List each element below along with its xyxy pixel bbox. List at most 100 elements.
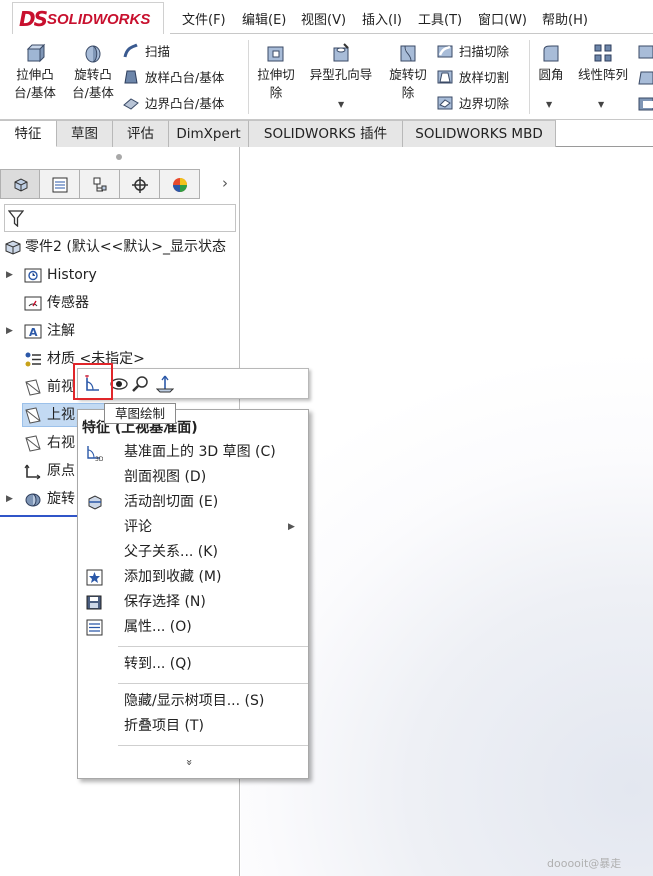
revolve-boss-icon xyxy=(85,45,101,63)
crosshair-icon xyxy=(132,177,148,193)
tree-root-part[interactable]: 零件2 (默认<<默认>_显示状态 xyxy=(0,235,240,259)
feature-tree-tab[interactable] xyxy=(0,169,40,199)
zoom-to-selection-icon[interactable] xyxy=(132,375,150,393)
configuration-manager-tab[interactable] xyxy=(80,169,120,199)
sweep-button[interactable]: 扫描 xyxy=(123,43,170,61)
boundary-boss-icon xyxy=(123,98,139,110)
expand-menu-chevron-icon[interactable]: » xyxy=(183,756,196,769)
hole-wizard-dropdown-icon[interactable]: ▼ xyxy=(338,100,344,109)
favorites-icon xyxy=(86,569,103,586)
solidworks-logo[interactable]: DS SOLIDWORKS xyxy=(12,2,164,34)
fillet-dropdown-icon[interactable]: ▼ xyxy=(546,100,552,109)
hole-wizard-icon xyxy=(333,43,349,62)
boundary-cut-button[interactable]: 边界切除 xyxy=(437,95,509,113)
fillet-button[interactable]: 圆角 xyxy=(533,42,569,84)
panel-grip[interactable] xyxy=(116,154,122,160)
tab-sketch[interactable]: 草图 xyxy=(57,120,113,147)
properties-icon xyxy=(86,619,103,636)
tab-evaluate[interactable]: 评估 xyxy=(113,120,169,147)
menu-item-comment[interactable]: 评论 ▶ xyxy=(78,515,308,539)
hole-wizard-button[interactable]: 异型孔向导 xyxy=(303,42,379,84)
menu-item-section-view[interactable]: 剖面视图 (D) xyxy=(78,465,308,489)
draft-icon[interactable] xyxy=(638,70,653,86)
display-manager-tab[interactable] xyxy=(160,169,200,199)
sketch-tooltip: 草图绘制 xyxy=(104,403,176,424)
menu-separator xyxy=(118,683,308,684)
tree-filter[interactable] xyxy=(4,204,236,232)
extrude-cut-button[interactable]: 拉伸切 除 xyxy=(252,42,300,102)
loft-boss-button[interactable]: 放样凸台/基体 xyxy=(123,69,224,87)
property-manager-tab[interactable] xyxy=(40,169,80,199)
swept-cut-button[interactable]: 扫描切除 xyxy=(437,43,509,61)
tree-item-sensors[interactable]: 传感器 xyxy=(0,291,240,315)
menu-help[interactable]: 帮助(H) xyxy=(542,9,588,28)
extrude-cut-label-2: 除 xyxy=(269,85,283,100)
extrude-cut-label-1: 拉伸切 xyxy=(257,67,295,82)
menu-item-label: 评论 xyxy=(124,519,152,535)
tab-solidworks-mbd[interactable]: SOLIDWORKS MBD xyxy=(403,120,556,147)
menu-item-label: 剖面视图 (D) xyxy=(124,469,207,485)
plane-icon xyxy=(25,379,41,396)
menu-item-parent-child[interactable]: 父子关系... (K) xyxy=(78,540,308,564)
menu-item-go-to[interactable]: 转到... (Q) xyxy=(78,652,308,676)
revolve-cut-label-2: 除 xyxy=(401,85,415,100)
menu-item-live-section-plane[interactable]: 活动剖切面 (E) xyxy=(78,490,308,514)
menu-window[interactable]: 窗口(W) xyxy=(478,9,527,28)
menu-item-properties[interactable]: 属性... (O) xyxy=(78,615,308,639)
property-list-icon xyxy=(52,177,68,193)
panel-tabs xyxy=(0,169,240,199)
command-tabs: 特征 草图 评估 DimXpert SOLIDWORKS 插件 SOLIDWOR… xyxy=(0,120,653,147)
revolve-cut-button[interactable]: 旋转切 除 xyxy=(384,42,432,102)
tab-solidworks-addins[interactable]: SOLIDWORKS 插件 xyxy=(249,120,403,147)
fillet-label: 圆角 xyxy=(538,67,564,82)
shell-icon[interactable] xyxy=(638,96,653,112)
linear-pattern-label: 线性阵列 xyxy=(577,67,628,82)
menu-insert[interactable]: 插入(I) xyxy=(362,9,402,28)
dimxpert-manager-tab[interactable] xyxy=(120,169,160,199)
ds-logo-mark: DS xyxy=(19,7,48,31)
ribbon-separator xyxy=(248,40,249,114)
tree-item-history[interactable]: ▶ History xyxy=(0,263,240,287)
boundary-boss-button[interactable]: 边界凸台/基体 xyxy=(123,95,224,113)
origin-icon xyxy=(24,464,41,480)
title-bar: DS SOLIDWORKS 文件(F) 编辑(E) 视图(V) 插入(I) 工具… xyxy=(0,0,653,34)
lofted-cut-button[interactable]: 放样切割 xyxy=(437,69,509,87)
boundary-cut-icon xyxy=(437,96,453,110)
panel-tabs-scroll-right-icon[interactable]: › xyxy=(222,174,228,192)
menu-item-collapse-items[interactable]: 折叠项目 (T) xyxy=(78,714,308,738)
menu-item-save-selection[interactable]: 保存选择 (N) xyxy=(78,590,308,614)
sweep-label: 扫描 xyxy=(145,44,171,59)
filter-icon xyxy=(8,210,24,227)
expand-arrow-icon[interactable]: ▶ xyxy=(6,263,13,287)
tree-item-label: 右视 xyxy=(47,435,75,451)
revolve-cut-label-1: 旋转切 xyxy=(389,67,427,82)
menu-item-3d-sketch-on-plane[interactable]: 3D 基准面上的 3D 草图 (C) xyxy=(78,440,308,464)
svg-text:A: A xyxy=(29,326,38,339)
loft-boss-icon xyxy=(124,70,138,84)
menu-tools[interactable]: 工具(T) xyxy=(418,9,462,28)
menu-view[interactable]: 视图(V) xyxy=(301,9,346,28)
tree-item-label: 上视 xyxy=(47,407,75,423)
3d-sketch-icon: 3D xyxy=(87,446,103,461)
extrude-boss-button[interactable]: 拉伸凸 台/基体 xyxy=(8,42,62,102)
rib-icon[interactable] xyxy=(638,44,653,60)
normal-to-icon[interactable] xyxy=(156,375,174,393)
linear-pattern-dropdown-icon[interactable]: ▼ xyxy=(598,100,604,109)
tree-item-annotations[interactable]: ▶ A 注解 xyxy=(0,319,240,343)
fillet-icon xyxy=(543,45,559,62)
linear-pattern-button[interactable]: 线性阵列 xyxy=(572,42,634,84)
menu-item-add-to-favorites[interactable]: 添加到收藏 (M) xyxy=(78,565,308,589)
menu-edit[interactable]: 编辑(E) xyxy=(242,9,286,28)
tab-dimxpert[interactable]: DimXpert xyxy=(169,120,249,147)
menu-item-hide-show-tree-items[interactable]: 隐藏/显示树项目... (S) xyxy=(78,689,308,713)
tab-features[interactable]: 特征 xyxy=(0,120,57,147)
menu-file[interactable]: 文件(F) xyxy=(182,9,226,28)
expand-arrow-icon[interactable]: ▶ xyxy=(6,487,13,511)
command-manager: 拉伸凸 台/基体 旋转凸 台/基体 扫描 放样凸台/基体 边界凸台/基体 拉伸切… xyxy=(0,34,653,120)
watermark-text: dooooit@暴走 xyxy=(547,857,622,870)
extrude-boss-label-2: 台/基体 xyxy=(14,85,56,100)
lofted-cut-label: 放样切割 xyxy=(459,70,510,85)
section-plane-icon xyxy=(88,495,102,510)
expand-arrow-icon[interactable]: ▶ xyxy=(6,319,13,343)
revolve-boss-button[interactable]: 旋转凸 台/基体 xyxy=(66,42,120,102)
